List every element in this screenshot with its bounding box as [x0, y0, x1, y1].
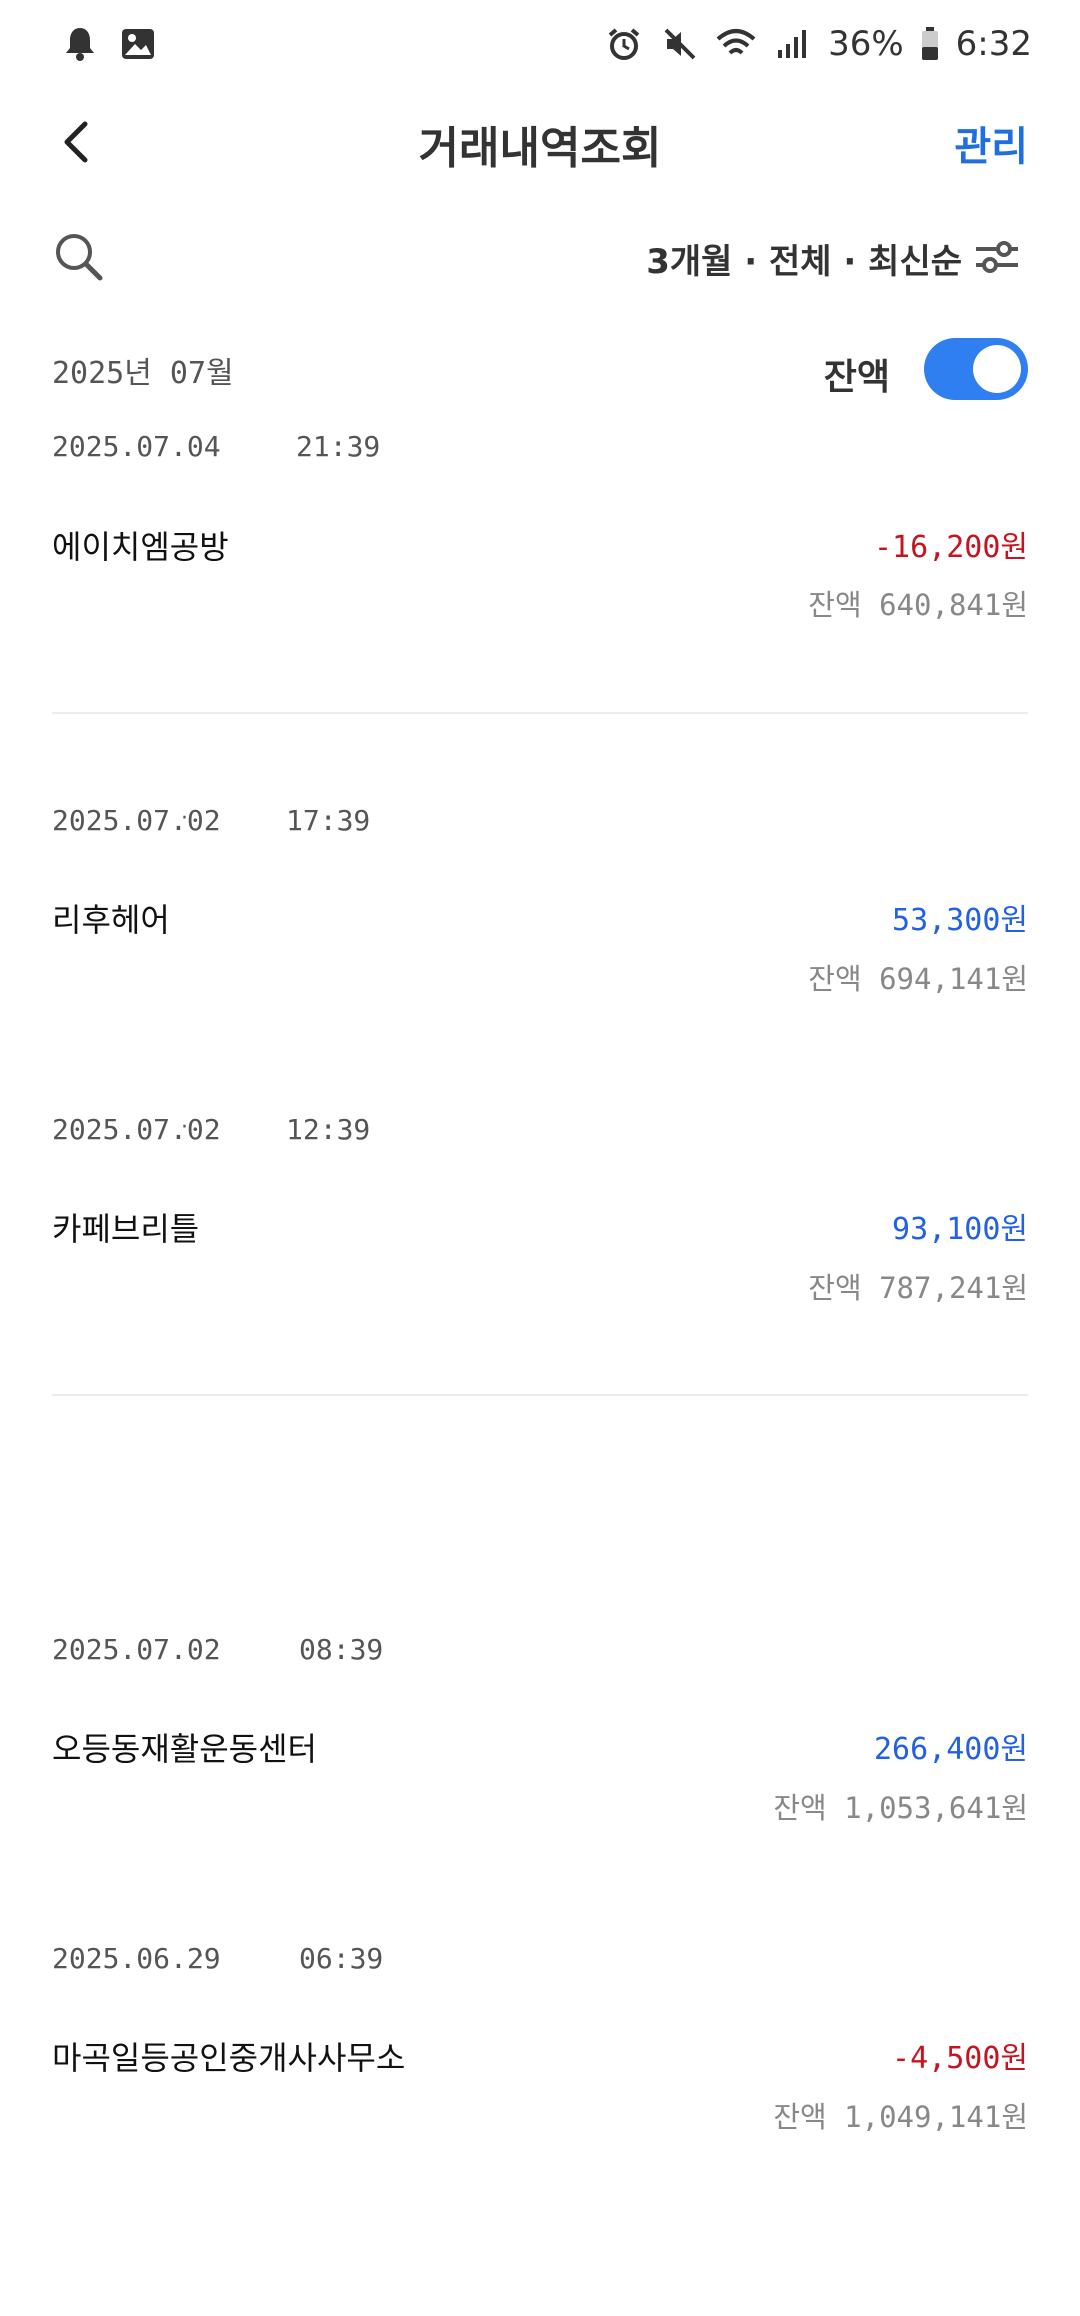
battery-icon [920, 24, 940, 64]
transaction-balance: 잔액 787,241원 [808, 1271, 1028, 1305]
filter-row: 3개월 · 전체 · 최신순 [0, 218, 1080, 298]
app-header: 거래내역조회 관리 [0, 96, 1080, 192]
transaction-amount: -4,500원 [892, 2041, 1028, 2076]
page-title: 거래내역조회 [418, 123, 662, 174]
search-button[interactable] [52, 230, 108, 286]
transaction-date: 2025.07.02 [52, 804, 221, 837]
separator-dot: · [197, 1635, 204, 1660]
month-label: 2025년 07월 [52, 356, 234, 391]
sliders-icon [972, 241, 1022, 286]
battery-percent: 36% [828, 24, 904, 64]
transaction-balance: 잔액 1,053,641원 [773, 1791, 1028, 1825]
balance-toggle-label: 잔액 [823, 357, 890, 398]
divider [52, 712, 1028, 714]
transaction-name: 에이치엠공방 [52, 528, 229, 566]
transaction-name: 오등동재활운동센터 [52, 1730, 317, 1768]
transaction-name: 리후헤어 [52, 901, 170, 939]
transaction-date: 2025.07.02 [52, 1113, 221, 1146]
transaction-time: 12:39 [286, 1113, 371, 1146]
separator-dot: · [181, 806, 188, 831]
gallery-icon [118, 24, 158, 64]
notification-bell-icon [60, 24, 100, 64]
separator-dot: · [197, 1944, 204, 1969]
transaction-amount: 53,300원 [892, 903, 1028, 938]
wifi-icon [716, 24, 756, 64]
transaction-balance: 잔액 694,141원 [808, 962, 1028, 996]
alarm-icon [604, 24, 644, 64]
month-row: 2025년 07월 잔액 [0, 330, 1080, 410]
clock: 6:32 [955, 24, 1032, 64]
balance-toggle[interactable] [924, 338, 1028, 400]
manage-button[interactable]: 관리 [954, 114, 1028, 172]
search-icon [52, 234, 104, 286]
transaction-name: 마곡일등공인중개사사무소 [52, 2039, 406, 2077]
transaction-amount: -16,200원 [873, 530, 1028, 565]
transaction-time: 17:39 [286, 804, 371, 837]
transaction-date: 2025.06.29 [52, 1942, 221, 1975]
status-bar: 36% 6:32 [0, 0, 1080, 96]
transaction-time: 08:39 [299, 1633, 384, 1666]
transaction-balance: 잔액 640,841원 [808, 588, 1028, 622]
transaction-time: 06:39 [299, 1942, 384, 1975]
transaction-amount: 266,400원 [873, 1732, 1028, 1767]
transaction-amount: 93,100원 [892, 1212, 1028, 1247]
filter-summary[interactable]: 3개월 · 전체 · 최신순 [646, 234, 962, 283]
transaction-balance: 잔액 1,049,141원 [773, 2100, 1028, 2134]
divider [52, 1394, 1028, 1396]
transaction-name: 카페브리틀 [52, 1210, 200, 1248]
mute-icon [660, 24, 700, 64]
toggle-knob [973, 345, 1021, 393]
transaction-date: 2025.07.04 [52, 430, 221, 463]
signal-icon [772, 24, 812, 64]
separator-dot: · [197, 432, 204, 457]
transaction-time: 21:39 [296, 430, 381, 463]
separator-dot: · [181, 1115, 188, 1140]
filter-button[interactable] [972, 232, 1028, 288]
transaction-date: 2025.07.02 [52, 1633, 221, 1666]
